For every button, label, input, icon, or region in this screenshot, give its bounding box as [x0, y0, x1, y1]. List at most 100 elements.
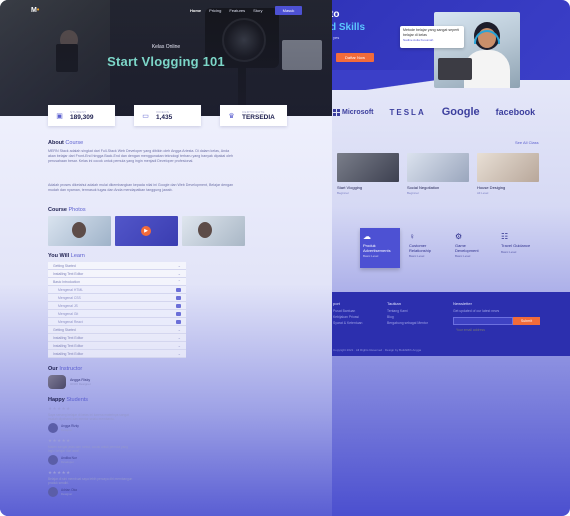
category-title: Produk Advertisements — [363, 243, 391, 253]
stat-value: 189,309 — [70, 114, 94, 121]
course-thumbnail — [407, 153, 469, 182]
back-hero-photo — [434, 12, 520, 88]
photo-person — [72, 222, 86, 238]
video-icon — [176, 287, 181, 292]
category-card[interactable]: ♀ Customer Relationship Basic Level — [406, 228, 446, 268]
microsoft-label: Microsoft — [342, 108, 374, 116]
video-icon — [176, 303, 181, 308]
footer-link[interactable]: Kebijakan Privasi — [333, 315, 359, 319]
testimonial-card: Metode belajar yang sangat seperti belaj… — [400, 26, 464, 48]
lesson-item[interactable]: Mengenal JS — [48, 302, 186, 310]
course-photo[interactable] — [182, 216, 245, 246]
course-video-thumbnail[interactable]: ▶ — [115, 216, 178, 246]
lesson-title: Mengenal Git — [58, 311, 79, 316]
lesson-title: Mengenal HTML — [58, 287, 84, 292]
see-all-link[interactable]: See All Class — [515, 140, 539, 145]
course-card[interactable]: House Desiging All Level — [477, 153, 539, 195]
nav-home[interactable]: Home — [190, 8, 201, 13]
about-heading-text: About — [48, 140, 64, 146]
section-title: Basic Introduction — [53, 279, 80, 284]
curriculum-section-open[interactable]: Basic Introduction ⌃ — [48, 278, 186, 286]
stat-card-students: ▣ STUDENT 189,309 — [48, 105, 115, 126]
nav-story[interactable]: Story — [253, 8, 262, 13]
category-title: Game Development — [455, 243, 479, 253]
footer-link[interactable]: Pusat Bantuan — [333, 309, 355, 313]
stat-value: 1,435 — [156, 114, 173, 121]
reviews-heading-accent: Students — [66, 397, 89, 403]
microsoft-icon — [333, 108, 340, 116]
lesson-item[interactable]: Mengenal Git — [48, 310, 186, 318]
course-detail-page: M• Home Pricing Features Story Masuk Kel… — [0, 0, 332, 516]
curriculum-section[interactable]: Installing Text Editor ⌄ — [48, 270, 186, 278]
nav-pricing[interactable]: Pricing — [209, 8, 221, 13]
student-icon: ▣ — [56, 112, 63, 120]
lesson-item[interactable]: Mengenal React — [48, 318, 186, 326]
site-logo[interactable]: M• — [31, 7, 39, 14]
category-card[interactable]: ⚙ Game Development Basic Level — [452, 228, 492, 268]
newsletter-submit-button[interactable]: Submit — [513, 317, 540, 325]
section-title: Installing Text Editor — [53, 343, 84, 348]
video-icon — [176, 311, 181, 316]
course-title: Social Negotiation — [407, 185, 440, 190]
stat-card-certificate: ♛ CERTIFICATE TERSEDIA — [220, 105, 287, 126]
footer-link[interactable]: Tentang Kami — [387, 309, 408, 313]
footer-link[interactable]: Syarat & Ketentuan — [333, 321, 362, 325]
course-card[interactable]: Start Vlogging Beginner — [337, 153, 399, 195]
review-user: Andika Nur Developer — [48, 455, 148, 465]
review-item: ★★★★★ Saya senang belajar di kelas ini k… — [48, 406, 148, 433]
review-item: ★★★★★ Materi sangat jelas dan runtut, co… — [48, 438, 148, 465]
stat-card-videos: ▭ VIDEOS 1,435 — [134, 105, 201, 126]
star-rating-icon: ★★★★★ — [48, 438, 71, 443]
category-card[interactable]: ☁ Produk Advertisements Basic Level — [360, 228, 400, 268]
lesson-title: Mengenal React — [58, 319, 83, 324]
instructor-heading-accent: Instructor — [59, 366, 83, 372]
nav-features[interactable]: Features — [229, 8, 245, 13]
course-card[interactable]: Social Negotiation Beginner — [407, 153, 469, 195]
footer-link[interactable]: Blog — [387, 315, 394, 319]
video-icon — [176, 319, 181, 324]
footer-col2-title: Tautkan — [387, 301, 402, 306]
avatar — [48, 375, 66, 389]
reviewer-role: Designer — [61, 492, 73, 496]
instructor-role: UI/UX Designer — [70, 382, 91, 386]
curriculum-section[interactable]: Installing Text Editor ⌄ — [48, 334, 186, 342]
photo-person — [198, 222, 212, 238]
curriculum-section[interactable]: Installing Text Editor ⌄ — [48, 350, 186, 358]
instructor-heading: Our Instructor — [48, 366, 82, 372]
section-title: Getting Started — [53, 263, 76, 268]
footer-link[interactable]: Bergabung sebagai Mentor — [387, 321, 428, 325]
play-icon[interactable]: ▶ — [141, 226, 151, 236]
learn-heading-accent: Learn — [70, 253, 85, 259]
review-text: Belajar di sini membuat saya lebih perca… — [48, 477, 133, 485]
reviewer-role: Developer — [61, 460, 74, 464]
instructor-heading-text: Our — [48, 366, 58, 372]
newsletter-email-field[interactable] — [453, 317, 513, 333]
back-hero-heading: to d Skills — [330, 8, 365, 34]
course-thumbnail — [337, 153, 399, 182]
learn-heading-text: You Will — [48, 253, 70, 259]
course-level: All Level — [477, 191, 489, 195]
curriculum-section[interactable]: Getting Started ⌄ — [48, 262, 186, 270]
course-hero: M• Home Pricing Features Story Masuk Kel… — [0, 0, 332, 116]
course-photo[interactable] — [48, 216, 111, 246]
hero-kicker: Kelas Online — [151, 44, 181, 50]
reviewer-role: Designer — [61, 428, 73, 432]
curriculum-section[interactable]: Installing Text Editor ⌄ — [48, 342, 186, 350]
copyright: Copyright 2021 · All Rights Reserved · D… — [333, 348, 422, 352]
section-title: Installing Text Editor — [53, 271, 84, 276]
curriculum-list: Getting Started ⌄ Installing Text Editor ⌄… — [48, 262, 186, 358]
video-icon: ▭ — [142, 112, 149, 120]
login-button[interactable]: Masuk — [275, 6, 302, 15]
lesson-item[interactable]: Mengenal CSS — [48, 294, 186, 302]
category-title: Travel Guidance — [501, 243, 531, 248]
category-card[interactable]: ☷ Travel Guidance Basic Level — [498, 228, 538, 268]
google-logo: Google — [441, 106, 480, 118]
curriculum-section[interactable]: Getting Started ⌄ — [48, 326, 186, 334]
back-hero-cta-button[interactable]: Daftar Now — [336, 53, 374, 62]
newsletter-email-input[interactable] — [454, 327, 512, 333]
chevron-down-icon: ⌄ — [177, 327, 181, 332]
lesson-item[interactable]: Mengenal HTML — [48, 286, 186, 294]
course-title: Start Vlogging 101 — [107, 54, 225, 69]
course-title: House Desiging — [477, 185, 506, 190]
category-list: ☁ Produk Advertisements Basic Level ♀ Cu… — [360, 228, 538, 268]
